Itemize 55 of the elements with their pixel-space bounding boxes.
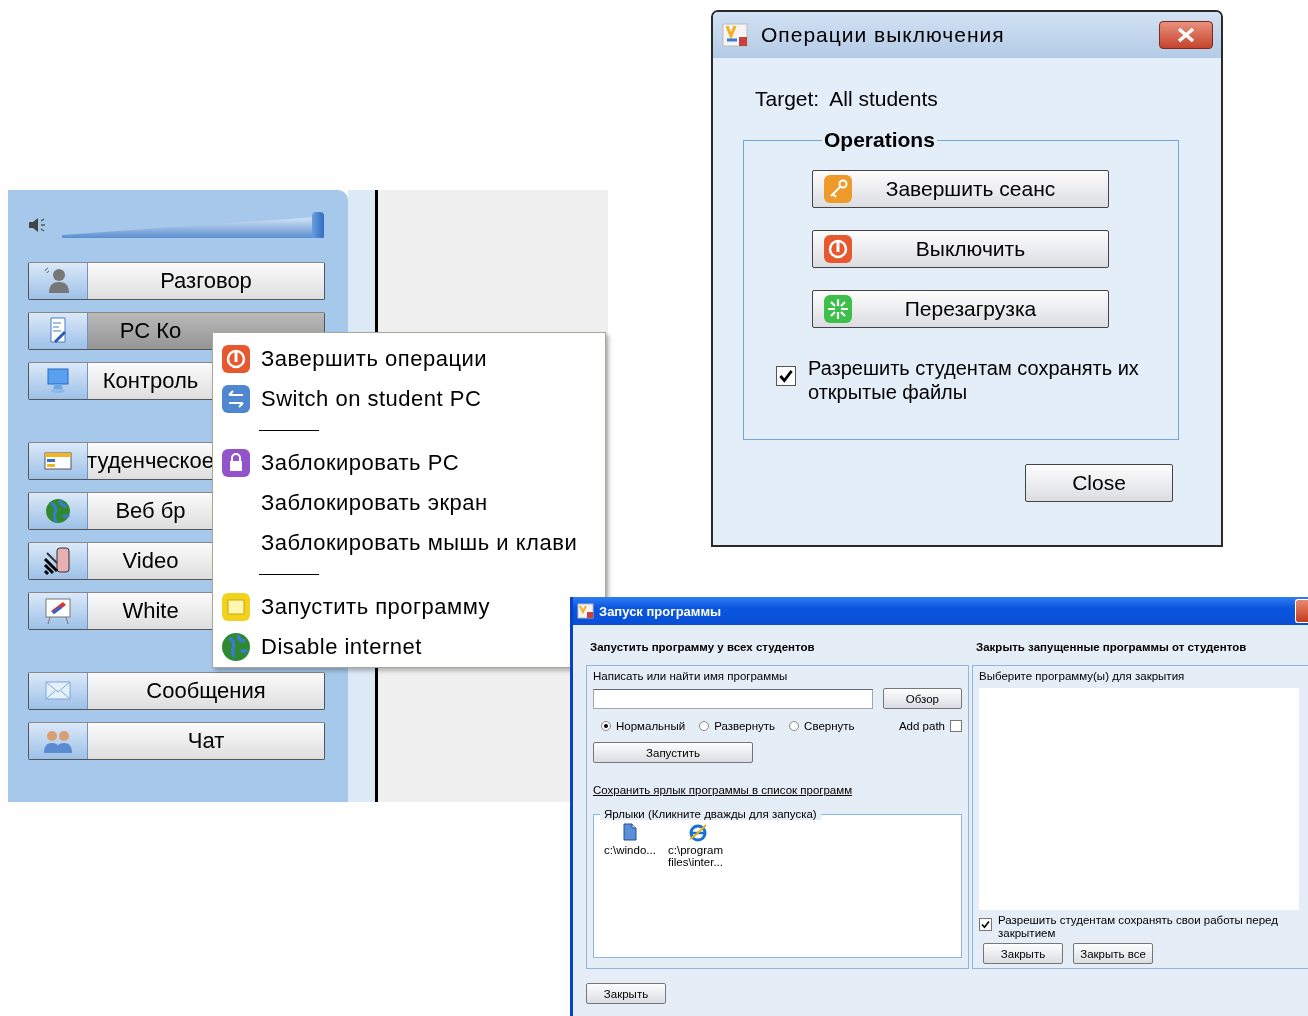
menu-item[interactable]: Disable internet [213, 627, 422, 667]
power-icon [823, 234, 853, 264]
close-icon [1176, 27, 1196, 43]
program-name-field[interactable] [593, 688, 873, 709]
shortcut-item[interactable]: c:\windo... [600, 822, 660, 868]
key-icon [823, 174, 853, 204]
checkbox[interactable] [776, 366, 796, 386]
group-title: Ярлыки (Кликните дважды для запуска) [600, 808, 821, 820]
file-icon [620, 822, 640, 842]
checkbox-label: Add path [898, 720, 945, 732]
field-label: Выберите программу(ы) для закрытия [979, 670, 1186, 684]
target-label: Target: [755, 87, 820, 111]
checkbox-label: Разрешить студентам сохранять свои работы перед закрытием [998, 914, 1278, 940]
browser-icon [688, 822, 708, 842]
radio-label: Нормальный [616, 720, 686, 732]
restart-icon [823, 294, 853, 324]
window-title: Запуск программы [599, 603, 722, 619]
radio-button[interactable] [699, 721, 710, 731]
padlock-icon [221, 448, 251, 478]
slider-thumb[interactable] [312, 212, 324, 238]
group-title: Operations [823, 128, 936, 152]
speaker-icon [28, 217, 48, 233]
radio-label: Развернуть [714, 720, 776, 732]
checkbox[interactable] [950, 720, 962, 732]
save-shortcut-link[interactable]: Сохранить ярлык программы в список программ [593, 784, 962, 796]
arrows-icon [221, 384, 251, 414]
radio-label: Свернуть [804, 720, 855, 732]
section-heading: Закрыть запущенные программы от студентов [976, 641, 1248, 655]
checkbox[interactable] [979, 918, 992, 931]
action-button[interactable]: Перезагрузка [812, 290, 1109, 328]
sidebar-button[interactable]: Сообщения [28, 672, 325, 710]
globe-icon [221, 632, 251, 662]
app-icon [721, 20, 751, 50]
action-button[interactable]: Завершить сеанс [812, 170, 1109, 208]
close-button[interactable]: Close [1025, 464, 1173, 502]
window-icon [221, 592, 251, 622]
app-icon [577, 602, 595, 620]
run-button[interactable]: Запустить [593, 742, 753, 763]
action-button[interactable]: Выключить [812, 230, 1109, 268]
section-heading: Запустить программу у всех студентов [590, 641, 816, 655]
action-button[interactable]: Закрыть все [1073, 943, 1153, 964]
field-label: Написать или найти имя программы [593, 670, 789, 684]
close-button[interactable] [1159, 21, 1213, 49]
sidebar-button[interactable]: Разговор [28, 262, 325, 300]
target-value: All students [829, 87, 938, 111]
radio-button[interactable] [601, 721, 611, 731]
sidebar-button[interactable]: Чат [28, 722, 325, 760]
power-icon [221, 344, 251, 374]
checkbox-label: Разрешить студентам сохранять их открытые файлы [808, 356, 1140, 404]
browse-button[interactable]: Обзор [882, 688, 962, 709]
window-title: Операции выключения [761, 23, 1005, 47]
action-button[interactable]: Закрыть [983, 943, 1063, 964]
shortcut-item[interactable]: c:\program files\inter... [668, 822, 728, 868]
radio-button[interactable] [789, 721, 800, 731]
close-button[interactable]: Закрыть [586, 983, 666, 1004]
